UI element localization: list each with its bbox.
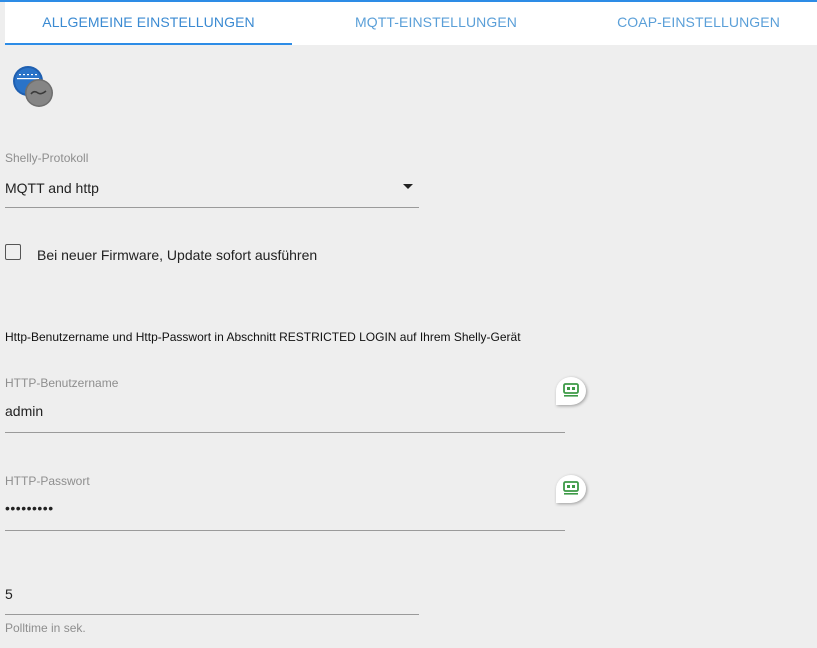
protocol-underline	[5, 207, 419, 208]
polltime-input[interactable]	[5, 585, 405, 603]
firmware-update-label: Bei neuer Firmware, Update sofort ausfüh…	[37, 247, 318, 263]
key-icon	[563, 383, 579, 397]
tab-coap-settings[interactable]: COAP-EINSTELLUNGEN	[580, 2, 817, 45]
http-username-underline	[5, 432, 565, 433]
http-username-input[interactable]	[5, 402, 545, 420]
password-key-button[interactable]	[556, 475, 586, 503]
firmware-update-checkbox[interactable]	[5, 244, 21, 260]
login-info-text: Http-Benutzername und Http-Passwort in A…	[5, 330, 521, 344]
protocol-label: Shelly-Protokoll	[5, 151, 89, 165]
polltime-underline	[5, 614, 419, 615]
polltime-helper-text: Polltime in sek.	[5, 621, 86, 635]
dropdown-arrow-icon[interactable]	[403, 184, 413, 189]
http-password-label: HTTP-Passwort	[5, 474, 90, 488]
tab-general-settings[interactable]: ALLGEMEINE EINSTELLUNGEN	[5, 2, 292, 45]
http-password-underline	[5, 530, 565, 531]
username-key-button[interactable]	[556, 377, 586, 405]
tab-bar: ALLGEMEINE EINSTELLUNGEN MQTT-EINSTELLUN…	[5, 2, 817, 45]
active-tab-indicator	[5, 43, 292, 45]
protocol-select-value[interactable]: MQTT and http	[5, 180, 99, 196]
key-icon	[563, 481, 579, 495]
tab-mqtt-settings[interactable]: MQTT-EINSTELLUNGEN	[292, 2, 580, 45]
shelly-logo-icon	[12, 66, 56, 110]
http-username-label: HTTP-Benutzername	[5, 376, 119, 390]
http-password-input[interactable]: •••••••••	[5, 500, 54, 516]
